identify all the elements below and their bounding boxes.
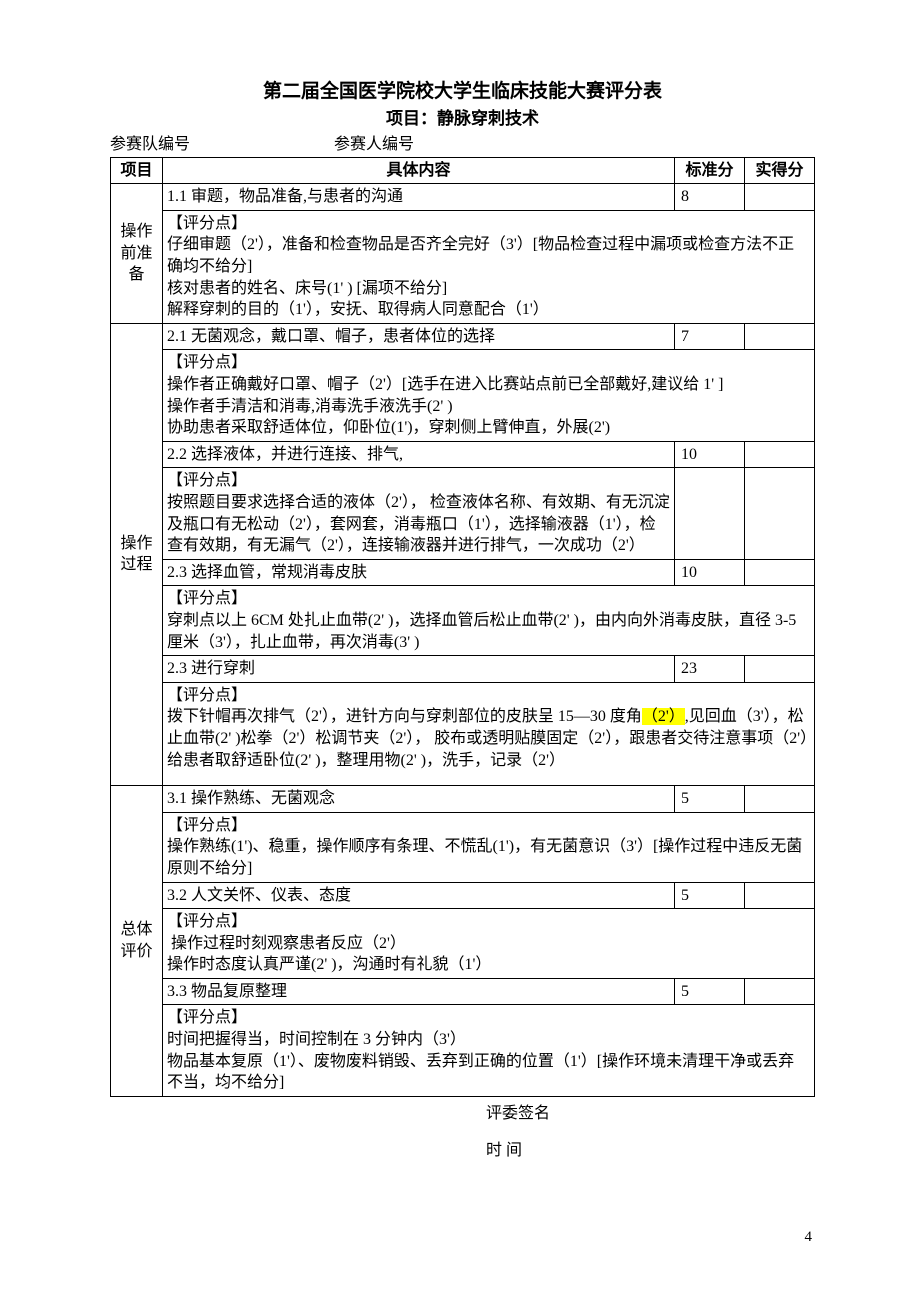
document-subtitle: 项目：静脉穿刺技术 — [110, 107, 815, 131]
highlight: （2'） — [642, 708, 685, 725]
col-actual-score: 实得分 — [745, 157, 815, 184]
item-detail: 【评分点】 时间把握得当，时间控制在 3 分钟内（3'） 物品基本复原（1'）、… — [163, 1005, 815, 1096]
item-detail: 【评分点】 仔细审题（2'），准备和检查物品是否齐全完好（3'）[物品检查过程中… — [163, 210, 815, 323]
table-row: 【评分点】 按照题目要求选择合适的液体（2'）， 检查液体名称、有效期、有无沉淀… — [111, 468, 815, 559]
std-score: 23 — [675, 656, 745, 683]
item-title: 2.3 选择血管，常规消毒皮肤 — [163, 559, 675, 586]
category-prep: 操作前准备 — [111, 184, 163, 324]
category-process: 操作过程 — [111, 323, 163, 785]
std-score: 8 — [675, 184, 745, 211]
item-title: 1.1 审题，物品准备,与患者的沟通 — [163, 184, 675, 211]
team-id-label: 参赛队编号 — [110, 134, 330, 156]
actual-score — [745, 468, 815, 559]
judge-sign-label: 评委签名 — [486, 1101, 815, 1127]
table-row: 【评分点】 仔细审题（2'），准备和检查物品是否齐全完好（3'）[物品检查过程中… — [111, 210, 815, 323]
std-score: 5 — [675, 882, 745, 909]
table-row: 2.3 选择血管，常规消毒皮肤 10 — [111, 559, 815, 586]
table-header-row: 项目 具体内容 标准分 实得分 — [111, 157, 815, 184]
actual-score — [745, 323, 815, 350]
table-row: 【评分点】 时间把握得当，时间控制在 3 分钟内（3'） 物品基本复原（1'）、… — [111, 1005, 815, 1096]
table-row: 【评分点】 操作熟练(1')、稳重，操作顺序有条理、不慌乱(1')，有无菌意识（… — [111, 812, 815, 882]
time-label: 时 间 — [486, 1138, 815, 1164]
item-title: 3.2 人文关怀、仪表、态度 — [163, 882, 675, 909]
table-row: 操作前准备 1.1 审题，物品准备,与患者的沟通 8 — [111, 184, 815, 211]
table-row: 3.2 人文关怀、仪表、态度 5 — [111, 882, 815, 909]
actual-score — [745, 184, 815, 211]
item-detail: 【评分点】 穿刺点以上 6CM 处扎止血带(2' )，选择血管后松止血带(2' … — [163, 586, 815, 656]
table-row: 【评分点】 拨下针帽再次排气（2'），进针方向与穿刺部位的皮肤呈 15—30 度… — [111, 682, 815, 785]
table-row: 【评分点】 穿刺点以上 6CM 处扎止血带(2' )，选择血管后松止血带(2' … — [111, 586, 815, 656]
item-detail: 【评分点】 拨下针帽再次排气（2'），进针方向与穿刺部位的皮肤呈 15—30 度… — [163, 682, 815, 785]
page-number: 4 — [805, 1229, 813, 1246]
actual-score — [745, 882, 815, 909]
item-detail: 【评分点】 按照题目要求选择合适的液体（2'）， 检查液体名称、有效期、有无沉淀… — [163, 468, 675, 559]
footer: 评委签名 时 间 — [110, 1101, 815, 1164]
document-title: 第二届全国医学院校大学生临床技能大赛评分表 — [110, 78, 815, 107]
col-content: 具体内容 — [163, 157, 675, 184]
item-detail: 【评分点】 操作熟练(1')、稳重，操作顺序有条理、不慌乱(1')，有无菌意识（… — [163, 812, 815, 882]
item-title: 2.2 选择液体，并进行连接、排气, — [163, 441, 675, 468]
actual-score — [745, 656, 815, 683]
item-title: 3.3 物品复原整理 — [163, 978, 675, 1005]
item-detail: 【评分点】 操作者正确戴好口罩、帽子（2'）[选手在进入比赛站点前已全部戴好,建… — [163, 350, 815, 441]
table-row: 2.2 选择液体，并进行连接、排气, 10 — [111, 441, 815, 468]
table-row: 【评分点】 操作者正确戴好口罩、帽子（2'）[选手在进入比赛站点前已全部戴好,建… — [111, 350, 815, 441]
actual-score — [745, 441, 815, 468]
std-score: 5 — [675, 786, 745, 813]
std-score: 10 — [675, 559, 745, 586]
std-score — [675, 468, 745, 559]
item-title: 3.1 操作熟练、无菌观念 — [163, 786, 675, 813]
id-line: 参赛队编号 参赛人编号 — [110, 134, 815, 156]
item-title: 2.1 无菌观念，戴口罩、帽子，患者体位的选择 — [163, 323, 675, 350]
actual-score — [745, 978, 815, 1005]
person-id-label: 参赛人编号 — [334, 136, 414, 153]
std-score: 5 — [675, 978, 745, 1005]
table-row: 总体评价 3.1 操作熟练、无菌观念 5 — [111, 786, 815, 813]
category-overall: 总体评价 — [111, 786, 163, 1097]
table-row: 3.3 物品复原整理 5 — [111, 978, 815, 1005]
table-row: 【评分点】 操作过程时刻观察患者反应（2'） 操作时态度认真严谨(2' )，沟通… — [111, 909, 815, 979]
table-row: 2.3 进行穿刺 23 — [111, 656, 815, 683]
std-score: 7 — [675, 323, 745, 350]
table-row: 操作过程 2.1 无菌观念，戴口罩、帽子，患者体位的选择 7 — [111, 323, 815, 350]
item-title: 2.3 进行穿刺 — [163, 656, 675, 683]
col-standard-score: 标准分 — [675, 157, 745, 184]
scoring-table: 项目 具体内容 标准分 实得分 操作前准备 1.1 审题，物品准备,与患者的沟通… — [110, 157, 815, 1097]
actual-score — [745, 786, 815, 813]
item-detail: 【评分点】 操作过程时刻观察患者反应（2'） 操作时态度认真严谨(2' )，沟通… — [163, 909, 815, 979]
col-category: 项目 — [111, 157, 163, 184]
std-score: 10 — [675, 441, 745, 468]
actual-score — [745, 559, 815, 586]
